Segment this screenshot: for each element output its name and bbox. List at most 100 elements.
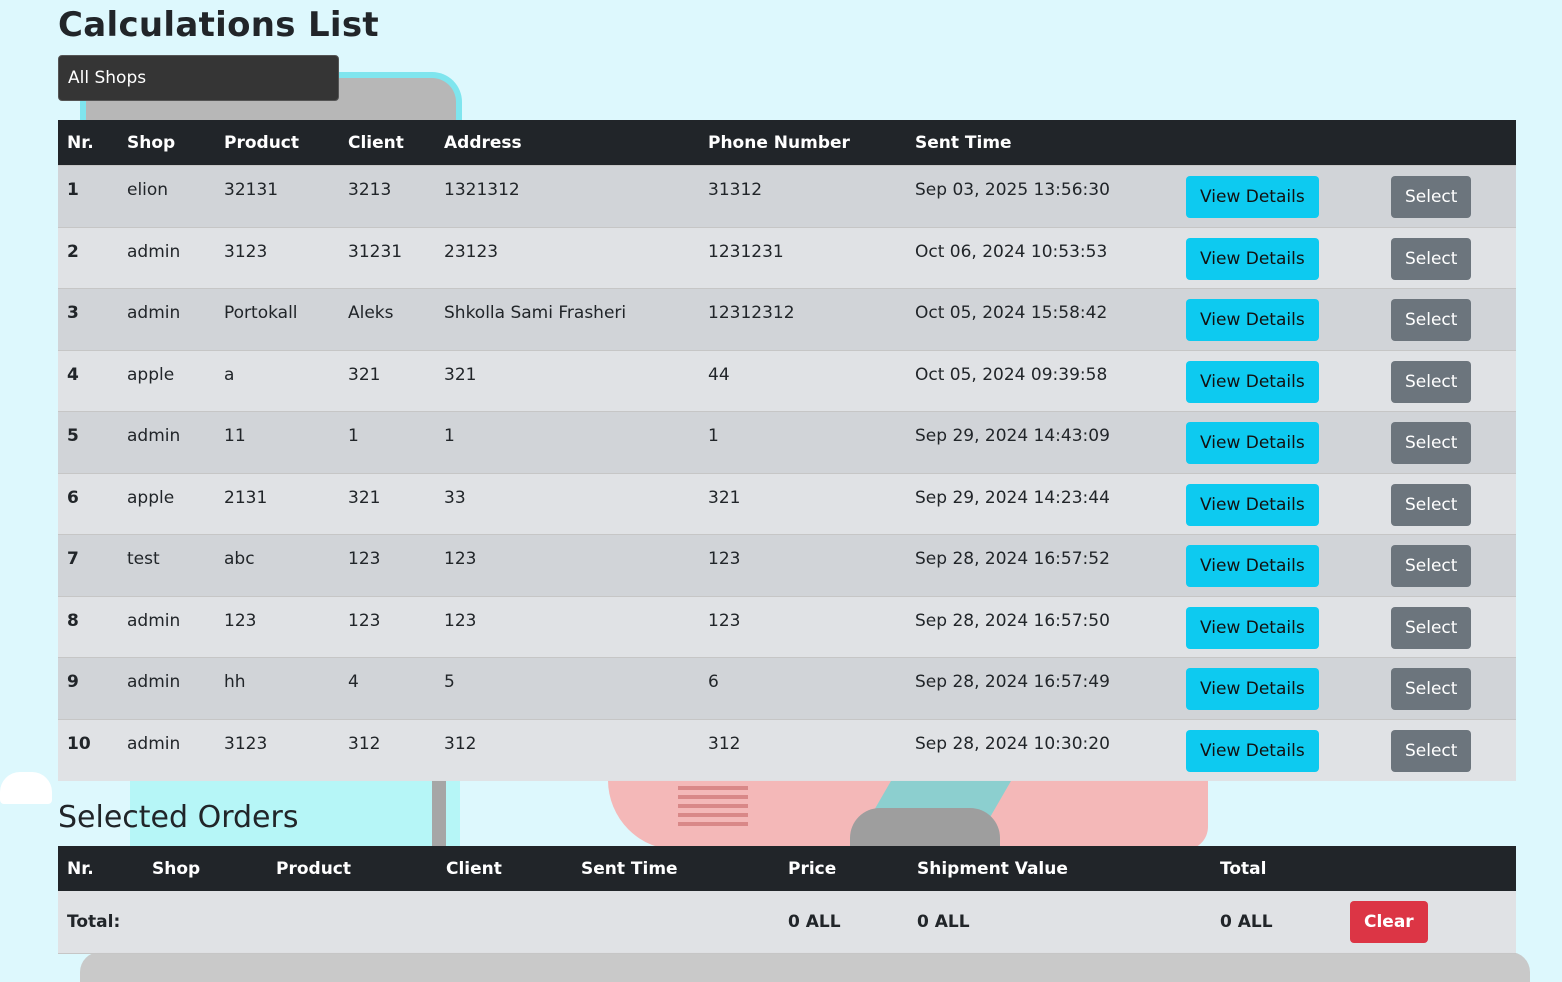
- view-details-button[interactable]: View Details: [1186, 729, 1319, 772]
- clear-cell: Clear: [1341, 891, 1516, 954]
- table-row: 3 admin Portokall Aleks Shkolla Sami Frasher…: [58, 288, 1516, 350]
- total-empty-cell: [572, 891, 779, 954]
- select-button[interactable]: Select: [1391, 237, 1472, 280]
- select-cell: Select: [1382, 411, 1516, 473]
- table-row: 7 test abc 123 123 123 Sep 28, 2024 16:57:52 Vi…: [58, 534, 1516, 596]
- sel-col-product-header: Product: [267, 846, 437, 891]
- row-phone: 123: [699, 534, 906, 596]
- background-illustration-base: [80, 952, 1530, 982]
- row-sent-time: Oct 06, 2024 10:53:53: [906, 227, 1177, 289]
- total-label: Total:: [58, 891, 143, 954]
- row-client: Aleks: [339, 288, 435, 350]
- table-row: 5 admin 11 1 1 1 Sep 29, 2024 14:43:09 View Det…: [58, 411, 1516, 473]
- row-address: 321: [435, 350, 699, 412]
- row-client: 1: [339, 411, 435, 473]
- view-details-button[interactable]: View Details: [1186, 606, 1319, 649]
- row-sent-time: Oct 05, 2024 09:39:58: [906, 350, 1177, 412]
- view-details-button[interactable]: View Details: [1186, 483, 1319, 526]
- row-product: 123: [215, 596, 339, 658]
- view-details-button[interactable]: View Details: [1186, 668, 1319, 710]
- select-cell: Select: [1382, 350, 1516, 412]
- select-button[interactable]: Select: [1391, 729, 1472, 772]
- row-address: 123: [435, 596, 699, 658]
- shop-filter-select[interactable]: All Shops: [58, 55, 339, 101]
- row-nr: 1: [58, 165, 118, 227]
- row-address: 1: [435, 411, 699, 473]
- col-phone-header: Phone Number: [699, 120, 906, 166]
- row-sent-time: Sep 28, 2024 16:57:50: [906, 596, 1177, 658]
- row-product: 2131: [215, 473, 339, 535]
- view-details-cell: View Details: [1177, 596, 1382, 658]
- select-cell: Select: [1382, 288, 1516, 350]
- sel-col-nr-header: Nr.: [58, 846, 143, 891]
- row-phone: 1231231: [699, 227, 906, 289]
- row-product: a: [215, 350, 339, 412]
- row-address: 312: [435, 719, 699, 781]
- row-nr: 2: [58, 227, 118, 289]
- view-details-button[interactable]: View Details: [1186, 237, 1319, 280]
- row-product: abc: [215, 534, 339, 596]
- select-button[interactable]: Select: [1391, 422, 1472, 464]
- view-details-button[interactable]: View Details: [1186, 299, 1319, 341]
- row-sent-time: Oct 05, 2024 15:58:42: [906, 288, 1177, 350]
- grand-total: 0 ALL: [1211, 891, 1341, 954]
- col-shop-header: Shop: [118, 120, 215, 166]
- select-cell: Select: [1382, 719, 1516, 781]
- select-button[interactable]: Select: [1391, 606, 1472, 649]
- row-address: Shkolla Sami Frasheri: [435, 288, 699, 350]
- select-button[interactable]: Select: [1391, 545, 1472, 587]
- table-row: 10 admin 3123 312 312 312 Sep 28, 2024 10:30:2…: [58, 719, 1516, 781]
- row-nr: 8: [58, 596, 118, 658]
- page-title: Calculations List: [58, 5, 379, 45]
- row-address: 23123: [435, 227, 699, 289]
- row-shop: admin: [118, 227, 215, 289]
- background-cloud: [0, 772, 52, 804]
- row-nr: 5: [58, 411, 118, 473]
- select-button[interactable]: Select: [1391, 176, 1472, 218]
- view-details-button[interactable]: View Details: [1186, 422, 1319, 464]
- row-address: 5: [435, 657, 699, 719]
- row-product: Portokall: [215, 288, 339, 350]
- totals-row: Total: 0 ALL 0 ALL 0 ALL Clear: [58, 891, 1516, 954]
- row-sent-time: Sep 28, 2024 16:57:49: [906, 657, 1177, 719]
- shipment-total: 0 ALL: [908, 891, 1211, 954]
- select-button[interactable]: Select: [1391, 360, 1472, 403]
- row-nr: 4: [58, 350, 118, 412]
- col-address-header: Address: [435, 120, 699, 166]
- view-details-button[interactable]: View Details: [1186, 545, 1319, 587]
- view-details-cell: View Details: [1177, 657, 1382, 719]
- row-shop: elion: [118, 165, 215, 227]
- background-illustration-seat: [850, 808, 1000, 850]
- total-empty-cell: [267, 891, 437, 954]
- view-details-button[interactable]: View Details: [1186, 176, 1319, 218]
- table-row: 2 admin 3123 31231 23123 1231231 Oct 06, 2024 …: [58, 227, 1516, 289]
- col-nr-header: Nr.: [58, 120, 118, 166]
- row-phone: 44: [699, 350, 906, 412]
- select-button[interactable]: Select: [1391, 299, 1472, 341]
- select-cell: Select: [1382, 596, 1516, 658]
- select-button[interactable]: Select: [1391, 483, 1472, 526]
- row-client: 3213: [339, 165, 435, 227]
- view-details-cell: View Details: [1177, 350, 1382, 412]
- view-details-button[interactable]: View Details: [1186, 360, 1319, 403]
- sel-col-actions-header: [1341, 846, 1516, 891]
- row-phone: 1: [699, 411, 906, 473]
- row-product: 32131: [215, 165, 339, 227]
- view-details-cell: View Details: [1177, 165, 1382, 227]
- select-button[interactable]: Select: [1391, 668, 1472, 710]
- row-client: 31231: [339, 227, 435, 289]
- row-sent-time: Sep 03, 2025 13:56:30: [906, 165, 1177, 227]
- sel-col-shipment-header: Shipment Value: [908, 846, 1211, 891]
- row-phone: 6: [699, 657, 906, 719]
- view-details-cell: View Details: [1177, 288, 1382, 350]
- table-row: 4 apple a 321 321 44 Oct 05, 2024 09:39:58 View…: [58, 350, 1516, 412]
- clear-button[interactable]: Clear: [1350, 900, 1428, 943]
- row-nr: 7: [58, 534, 118, 596]
- row-phone: 312: [699, 719, 906, 781]
- select-cell: Select: [1382, 473, 1516, 535]
- sel-col-shop-header: Shop: [143, 846, 267, 891]
- select-cell: Select: [1382, 657, 1516, 719]
- col-view-header: [1177, 120, 1382, 166]
- row-nr: 6: [58, 473, 118, 535]
- view-details-cell: View Details: [1177, 227, 1382, 289]
